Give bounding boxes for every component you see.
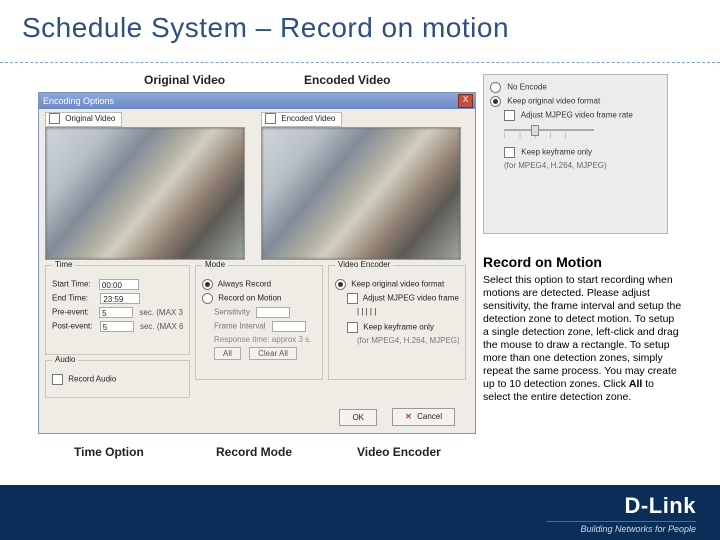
record-audio-label: Record Audio [68,375,116,384]
time-fieldset: Time Start Time: 00:00 End Time: 23:59 P… [45,265,190,355]
postevent-input[interactable]: 5 [100,321,134,332]
keyframe-label: Keep keyframe only [521,148,592,157]
sensitivity-label: Sensitivity [214,308,250,317]
video-encoder-panel: No Encode Keep original video format Adj… [483,74,668,234]
chk-keyframe[interactable] [504,147,515,158]
encoded-video-header[interactable]: Encoded Video [261,112,342,127]
time-legend: Time [52,260,75,269]
original-video-header[interactable]: Original Video [45,112,122,127]
original-video-label: Original Video [65,114,115,123]
start-time-input[interactable]: 00:00 [99,279,139,290]
adjust-mjpeg-label-2: Adjust MJPEG video frame rate [363,294,459,303]
rom-body-before: Select this option to start recording wh… [483,274,681,390]
encoding-options-dialog: Encoding Options X Original Video Encode… [38,92,476,434]
response-time-info: Response time: approx 3 s. [214,335,316,344]
dialog-title: Encoding Options [43,96,114,106]
chk-keyframe-2[interactable] [347,322,358,333]
overlay-label-encoded: Encoded Video [298,72,396,88]
slider-ticks-2: | | | | | [357,307,459,316]
mode-fieldset: Mode Always Record Record on Motion Sens… [195,265,323,380]
radio-keep-original[interactable] [490,96,501,107]
btn-all[interactable]: All [214,347,241,360]
always-record-label: Always Record [218,280,271,289]
frameinterval-label: Frame Interval [214,322,266,331]
chk-record-audio[interactable] [52,374,63,385]
preevent-unit: sec. (MAX 30) [139,308,183,317]
chk-encoded-video[interactable] [265,113,276,124]
divider [0,62,720,63]
keyframe-label-2: Keep keyframe only [363,323,434,332]
overlay-label-venc: Video Encoder [351,444,447,460]
cancel-icon: ✕ [405,413,414,422]
rom-body-all: All [629,378,642,390]
overlay-label-time: Time Option [68,444,150,460]
end-time-label: End Time: [52,294,88,303]
cancel-label: Cancel [417,412,442,421]
venc-legend: Video Encoder [335,260,393,269]
slide-title: Schedule System – Record on motion [22,12,509,44]
keep-original-label: Keep original video format [507,97,600,106]
chk-original-video[interactable] [49,113,60,124]
dialog-close-button[interactable]: X [458,94,473,108]
dialog-titlebar: Encoding Options X [39,93,475,109]
framerate-slider[interactable] [504,129,594,131]
rom-heading: Record on Motion [483,254,683,270]
btn-clear-all[interactable]: Clear All [249,347,297,360]
sensitivity-input[interactable] [256,307,290,318]
no-encode-label: No Encode [507,83,547,92]
frameinterval-input[interactable] [272,321,306,332]
content-area: No Encode Keep original video format Adj… [38,74,682,472]
encoded-video-preview [261,127,461,260]
end-time-input[interactable]: 23:59 [100,293,140,304]
dialog-cancel-button[interactable]: ✕Cancel [392,408,455,426]
original-video-preview [45,127,245,260]
record-on-motion-label: Record on Motion [218,294,281,303]
chk-adjust-mjpeg-2[interactable] [347,293,358,304]
radio-always-record[interactable] [202,279,213,290]
slider-ticks: | | | | | [504,133,661,139]
encoded-video-label: Encoded Video [281,114,335,123]
preevent-input[interactable]: 5 [99,307,133,318]
brand-tagline: Building Networks for People [546,521,696,534]
footer-bar: D-Link Building Networks for People [0,485,720,540]
postevent-label: Post-event: [52,322,92,331]
preevent-label: Pre-event: [52,308,89,317]
keep-original-label-2: Keep original video format [351,280,444,289]
brand-name: D-Link [546,493,696,519]
mode-legend: Mode [202,260,228,269]
start-time-label: Start Time: [52,280,91,289]
audio-fieldset: Audio Record Audio [45,360,190,398]
keyframe-sublabel: (for MPEG4, H.264, MJPEG) [504,161,661,170]
adjust-mjpeg-label: Adjust MJPEG video frame rate [521,111,633,120]
record-on-motion-description: Record on Motion Select this option to s… [483,254,683,404]
radio-record-on-motion[interactable] [202,293,213,304]
video-encoder-fieldset: Video Encoder Keep original video format… [328,265,466,380]
overlay-label-mode: Record Mode [210,444,298,460]
audio-legend: Audio [52,355,78,364]
dialog-ok-button[interactable]: OK [339,409,377,426]
chk-adjust-mjpeg[interactable] [504,110,515,121]
keyframe-sublabel-2: (for MPEG4, H.264, MJPEG) [357,336,459,345]
overlay-label-original: Original Video [138,72,231,88]
dlink-logo: D-Link Building Networks for People [546,493,696,534]
radio-keep-original-2[interactable] [335,279,346,290]
postevent-unit: sec. (MAX 60) [140,322,183,331]
radio-no-encode[interactable] [490,82,501,93]
